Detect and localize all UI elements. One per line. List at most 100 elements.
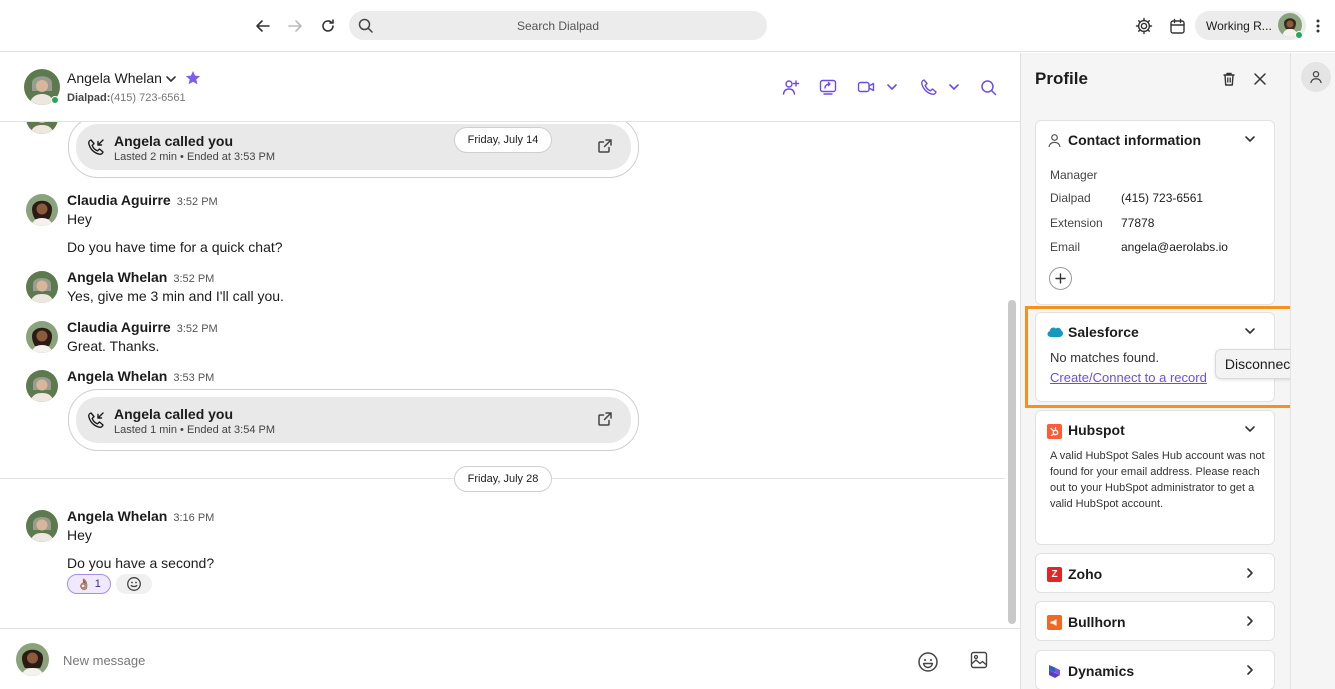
call-title: Angela called you — [114, 406, 234, 422]
create-connect-record-link[interactable]: Create/Connect to a record — [1050, 370, 1207, 385]
close-icon[interactable] — [1253, 72, 1267, 89]
chevron-right-icon[interactable] — [1244, 567, 1256, 582]
message-text: Do you have a second? — [67, 555, 215, 571]
contact-phone-label: Dialpad: — [67, 92, 111, 104]
message-text: Yes, give me 3 min and I'll call you. — [67, 288, 284, 304]
plus-icon — [1055, 273, 1066, 284]
reaction-chip[interactable]: 👌🏽 1 — [67, 574, 111, 594]
search-conversation-icon[interactable] — [977, 76, 999, 98]
contact-online-dot — [51, 96, 59, 104]
profile-title: Profile — [1035, 69, 1088, 88]
contact-phone-line: Dialpad:(415) 723-6561 — [67, 92, 186, 104]
date-divider: Friday, July 28 — [454, 466, 552, 492]
screen-share-icon[interactable] — [817, 76, 839, 98]
incoming-call-icon — [87, 411, 105, 432]
message-composer[interactable]: New message — [0, 628, 1020, 689]
call-meta: Lasted 1 min • Ended at 3:54 PM — [114, 424, 276, 436]
message-sender: Angela Whelan 3:52 PM — [67, 269, 214, 285]
call-log-card[interactable]: Angela called you Lasted 1 min • Ended a… — [68, 389, 639, 451]
reaction-emoji: 👌🏽 — [77, 578, 91, 591]
search-bar[interactable]: Search Dialpad — [349, 11, 767, 40]
no-matches-text: No matches found. — [1050, 350, 1160, 365]
sender-name: Angela Whelan — [67, 508, 168, 524]
video-options-chevron-icon[interactable] — [881, 76, 903, 98]
smiley-icon — [127, 577, 141, 591]
field-label-extension: Extension — [1050, 216, 1103, 230]
gear-icon[interactable] — [1132, 14, 1156, 38]
chevron-down-icon[interactable] — [1244, 423, 1256, 438]
chevron-down-icon[interactable] — [165, 73, 177, 88]
hubspot-logo-icon — [1047, 424, 1062, 439]
hubspot-error-text: A valid HubSpot Sales Hub account was no… — [1050, 450, 1265, 510]
sender-name: Angela Whelan — [67, 368, 168, 384]
contact-name[interactable]: Angela Whelan — [67, 70, 162, 86]
emoji-icon[interactable] — [917, 651, 939, 676]
field-value-dialpad[interactable]: (415) 723-6561 — [1121, 191, 1203, 205]
add-reaction-button[interactable] — [116, 574, 152, 594]
person-icon — [1047, 133, 1062, 148]
right-rail — [1291, 53, 1335, 689]
more-vertical-icon[interactable] — [1306, 14, 1330, 38]
add-field-button[interactable] — [1049, 267, 1072, 290]
message-avatar — [26, 271, 58, 303]
message-input[interactable]: New message — [63, 653, 145, 668]
message-text: Great. Thanks. — [67, 338, 160, 354]
online-status-dot — [1295, 31, 1303, 39]
card-title: Salesforce — [1068, 324, 1139, 340]
sender-name: Angela Whelan — [67, 269, 168, 285]
my-avatar — [16, 643, 49, 676]
refresh-icon[interactable] — [316, 14, 340, 38]
sender-name: Claudia Aguirre — [67, 319, 171, 335]
phone-call-icon[interactable] — [918, 76, 940, 98]
profile-toggle-button[interactable] — [1301, 62, 1331, 92]
field-value-email[interactable]: angela@aerolabs.io — [1121, 240, 1228, 254]
chevron-down-icon[interactable] — [1244, 133, 1256, 148]
salesforce-logo-icon — [1047, 326, 1063, 341]
message-sender: Angela Whelan 3:53 PM — [67, 368, 214, 384]
chevron-right-icon[interactable] — [1244, 664, 1256, 679]
forward-arrow-icon[interactable] — [283, 14, 307, 38]
external-link-icon[interactable] — [597, 411, 613, 430]
search-placeholder: Search Dialpad — [516, 19, 600, 33]
call-log-inner: Angela called you Lasted 1 min • Ended a… — [76, 397, 631, 443]
message-avatar — [26, 370, 58, 402]
top-bar: Search Dialpad Working R... — [0, 0, 1335, 52]
incoming-call-icon — [87, 138, 105, 159]
call-log-card[interactable]: Angela called you Lasted 2 min • Ended a… — [68, 122, 639, 178]
message-list[interactable]: Angela called you Lasted 2 min • Ended a… — [0, 122, 1020, 628]
field-label-manager: Manager — [1050, 168, 1098, 182]
message-time: 3:52 PM — [176, 323, 218, 335]
call-title: Angela called you — [114, 133, 234, 149]
reaction-count: 1 — [94, 578, 101, 590]
message-time: 3:52 PM — [173, 273, 215, 285]
chat-header: Angela Whelan Dialpad:(415) 723-6561 — [0, 53, 1020, 122]
calendar-icon[interactable] — [1165, 14, 1189, 38]
card-title: Zoho — [1068, 566, 1103, 582]
message-sender: Claudia Aguirre 3:52 PM — [67, 319, 218, 335]
sender-name: Claudia Aguirre — [67, 192, 171, 208]
bullhorn-card[interactable]: Bullhorn — [1035, 601, 1275, 641]
message-time: 3:16 PM — [173, 512, 215, 524]
external-link-icon[interactable] — [597, 138, 613, 157]
message-sender: Angela Whelan 3:16 PM — [67, 508, 214, 524]
back-arrow-icon[interactable] — [251, 14, 275, 38]
image-attach-icon[interactable] — [970, 651, 988, 672]
add-contact-icon[interactable] — [780, 76, 802, 98]
chevron-right-icon[interactable] — [1244, 615, 1256, 630]
favorite-star-icon[interactable] — [185, 70, 201, 89]
call-options-chevron-icon[interactable] — [943, 76, 965, 98]
chevron-down-icon[interactable] — [1244, 325, 1256, 340]
dynamics-card[interactable]: Dynamics — [1035, 650, 1275, 689]
field-label-dialpad: Dialpad — [1050, 191, 1091, 205]
person-icon — [1310, 70, 1322, 84]
trash-icon[interactable] — [1221, 71, 1237, 90]
chat-scrollbar[interactable] — [1008, 300, 1016, 624]
status-label: Working R... — [1206, 19, 1272, 33]
call-meta: Lasted 2 min • Ended at 3:53 PM — [114, 151, 276, 163]
date-divider: Friday, July 14 — [454, 127, 552, 153]
video-call-icon[interactable] — [855, 76, 877, 98]
message-avatar — [26, 194, 58, 226]
contact-phone-number: (415) 723-6561 — [110, 92, 186, 104]
message-time: 3:52 PM — [176, 196, 218, 208]
zoho-card[interactable]: Z Zoho — [1035, 553, 1275, 593]
